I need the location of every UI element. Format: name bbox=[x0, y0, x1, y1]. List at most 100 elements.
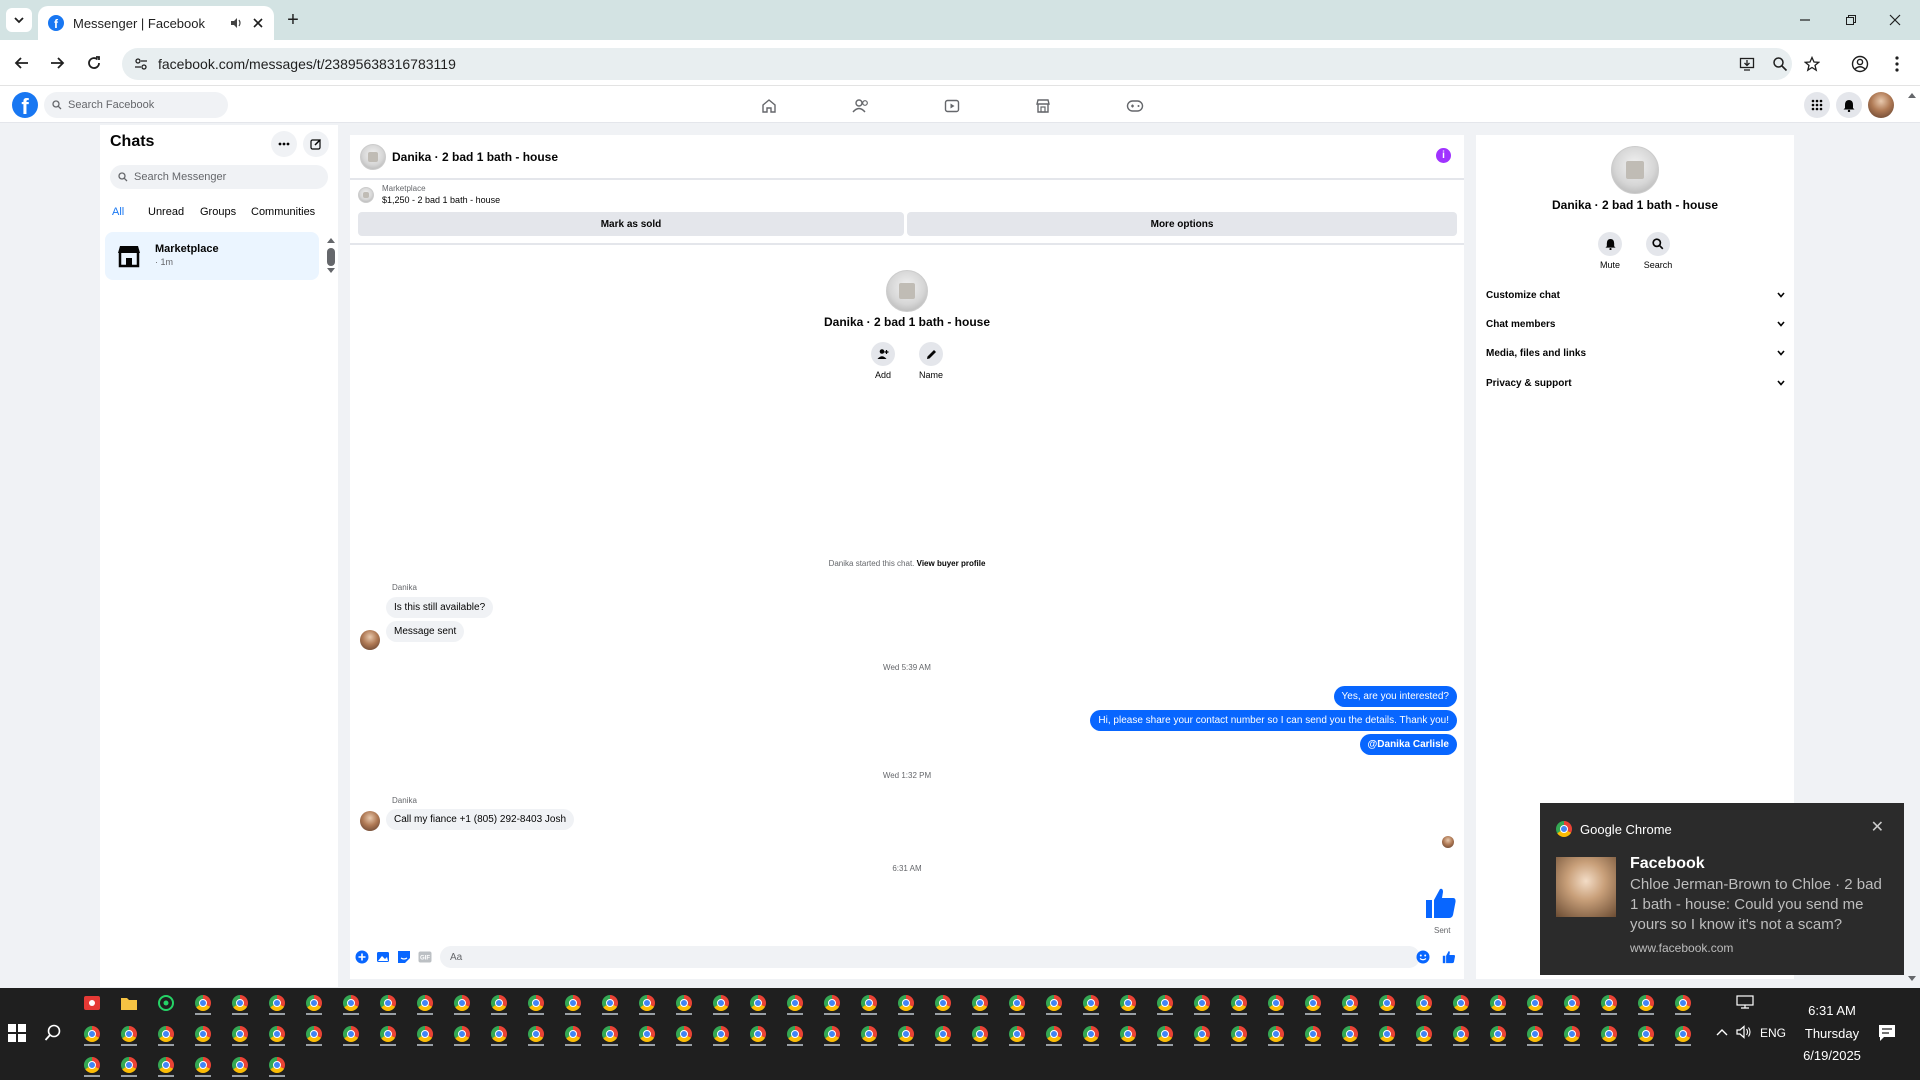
chat-options-button[interactable] bbox=[271, 131, 297, 157]
chrome-taskbar-app[interactable] bbox=[265, 1023, 289, 1046]
outgoing-message[interactable]: @Danika Carlisle bbox=[1359, 734, 1457, 755]
chrome-taskbar-app[interactable] bbox=[1338, 1023, 1362, 1046]
sent-like-icon[interactable] bbox=[1424, 886, 1458, 920]
chrome-taskbar-app[interactable] bbox=[783, 1023, 807, 1046]
mark-as-sold-button[interactable]: Mark as sold bbox=[358, 212, 904, 236]
new-message-button[interactable] bbox=[303, 131, 329, 157]
chat-list-scrollbar[interactable] bbox=[327, 248, 335, 266]
filter-communities[interactable]: Communities bbox=[251, 206, 315, 220]
mute-button[interactable]: Mute bbox=[1588, 232, 1632, 270]
chrome-taskbar-app[interactable] bbox=[1597, 1023, 1621, 1046]
sticker-button[interactable] bbox=[396, 949, 412, 965]
gif-button[interactable]: GIF bbox=[417, 949, 433, 965]
chrome-taskbar-app[interactable] bbox=[635, 1023, 659, 1046]
notifications-center-button[interactable] bbox=[1878, 1024, 1896, 1042]
speaker-icon[interactable] bbox=[229, 16, 243, 30]
chrome-taskbar-app[interactable] bbox=[1116, 992, 1140, 1015]
clock-date[interactable]: 6/19/2025 bbox=[1792, 1048, 1872, 1063]
chrome-taskbar-app[interactable] bbox=[672, 1023, 696, 1046]
privacy-support-section[interactable]: Privacy & support bbox=[1486, 374, 1786, 392]
chrome-taskbar-app[interactable] bbox=[561, 992, 585, 1015]
chrome-notification[interactable]: Google Chrome ✕ Facebook Chloe Jerman-Br… bbox=[1540, 803, 1904, 975]
edit-name-button[interactable]: Name bbox=[911, 342, 951, 380]
chrome-taskbar-app[interactable] bbox=[783, 992, 807, 1015]
chrome-taskbar-app[interactable] bbox=[524, 1023, 548, 1046]
chrome-taskbar-app[interactable] bbox=[894, 992, 918, 1015]
chrome-taskbar-app[interactable] bbox=[191, 1054, 215, 1077]
address-bar[interactable]: facebook.com/messages/t/2389563831678311… bbox=[122, 48, 1792, 80]
chrome-taskbar-app[interactable] bbox=[191, 992, 215, 1015]
chrome-taskbar-app[interactable] bbox=[265, 1054, 289, 1077]
incoming-message[interactable]: Call my fiance +1 (805) 292-8403 Josh bbox=[386, 809, 575, 830]
nav-gaming[interactable] bbox=[1118, 94, 1152, 118]
chrome-taskbar-app[interactable] bbox=[1301, 1023, 1325, 1046]
page-scroll-up[interactable] bbox=[1907, 92, 1917, 98]
screen-recorder-app[interactable] bbox=[80, 992, 104, 1014]
chrome-taskbar-app[interactable] bbox=[746, 992, 770, 1015]
chrome-taskbar-app[interactable] bbox=[598, 1023, 622, 1046]
chrome-taskbar-app[interactable] bbox=[413, 1023, 437, 1046]
info-avatar[interactable] bbox=[1611, 146, 1659, 194]
listing-thumbnail[interactable] bbox=[358, 187, 374, 203]
chrome-taskbar-app[interactable] bbox=[376, 992, 400, 1015]
tab-search-button[interactable] bbox=[6, 8, 32, 32]
emoji-button[interactable] bbox=[1415, 949, 1431, 965]
conversation-title[interactable]: Danika · 2 bad 1 bath - house bbox=[392, 150, 558, 164]
incoming-message[interactable]: Message sent bbox=[386, 621, 465, 642]
chrome-taskbar-app[interactable] bbox=[1634, 992, 1658, 1015]
messenger-search-input[interactable]: Search Messenger bbox=[110, 165, 328, 189]
profile-button[interactable] bbox=[1847, 51, 1873, 77]
chrome-taskbar-app[interactable] bbox=[894, 1023, 918, 1046]
new-tab-button[interactable]: + bbox=[282, 9, 304, 31]
chrome-taskbar-app[interactable] bbox=[1190, 1023, 1214, 1046]
chrome-taskbar-app[interactable] bbox=[228, 1054, 252, 1077]
chrome-taskbar-app[interactable] bbox=[1523, 1023, 1547, 1046]
incoming-message[interactable]: Is this still available? bbox=[386, 597, 494, 618]
facebook-search-input[interactable]: Search Facebook bbox=[44, 92, 228, 118]
forward-button[interactable] bbox=[43, 49, 71, 77]
chrome-taskbar-app[interactable] bbox=[376, 1023, 400, 1046]
send-like-button[interactable] bbox=[1441, 949, 1457, 965]
page-scroll-down[interactable] bbox=[1907, 976, 1917, 982]
chrome-taskbar-app[interactable] bbox=[1190, 992, 1214, 1015]
chrome-taskbar-app[interactable] bbox=[228, 1023, 252, 1046]
sender-avatar[interactable] bbox=[360, 811, 380, 831]
start-button[interactable] bbox=[8, 1024, 26, 1042]
chrome-taskbar-app[interactable] bbox=[265, 992, 289, 1015]
chrome-taskbar-app[interactable] bbox=[1449, 992, 1473, 1015]
chrome-taskbar-app[interactable] bbox=[1264, 1023, 1288, 1046]
browser-tab[interactable]: f Messenger | Facebook bbox=[38, 6, 274, 40]
filter-unread[interactable]: Unread bbox=[148, 206, 184, 220]
chrome-taskbar-app[interactable] bbox=[302, 1023, 326, 1046]
chrome-taskbar-app[interactable] bbox=[857, 992, 881, 1015]
outgoing-message[interactable]: Yes, are you interested? bbox=[1333, 686, 1457, 707]
outgoing-message[interactable]: Hi, please share your contact number so … bbox=[1090, 710, 1457, 731]
chrome-taskbar-app[interactable] bbox=[672, 992, 696, 1015]
chrome-taskbar-app[interactable] bbox=[1375, 992, 1399, 1015]
language-indicator[interactable]: ENG bbox=[1760, 1026, 1786, 1040]
chat-members-section[interactable]: Chat members bbox=[1486, 315, 1786, 333]
clock-day[interactable]: Thursday bbox=[1792, 1026, 1872, 1041]
filter-groups[interactable]: Groups bbox=[200, 206, 236, 220]
zoom-button[interactable] bbox=[1767, 51, 1793, 77]
chrome-taskbar-app[interactable] bbox=[154, 1023, 178, 1046]
chrome-taskbar-app[interactable] bbox=[1523, 992, 1547, 1015]
notification-close-icon[interactable]: ✕ bbox=[1871, 817, 1884, 837]
chrome-taskbar-app[interactable] bbox=[1005, 1023, 1029, 1046]
chrome-taskbar-app[interactable] bbox=[1079, 1023, 1103, 1046]
chrome-taskbar-app[interactable] bbox=[1560, 1023, 1584, 1046]
chrome-taskbar-app[interactable] bbox=[228, 992, 252, 1015]
taskbar-search-button[interactable] bbox=[44, 1024, 62, 1042]
chrome-taskbar-app[interactable] bbox=[1042, 1023, 1066, 1046]
scroll-up-arrow[interactable] bbox=[326, 237, 336, 243]
chrome-taskbar-app[interactable] bbox=[1005, 992, 1029, 1015]
notifications-button[interactable] bbox=[1836, 92, 1862, 118]
chrome-taskbar-app[interactable] bbox=[154, 1054, 178, 1077]
chrome-taskbar-app[interactable] bbox=[635, 992, 659, 1015]
nav-friends[interactable] bbox=[844, 94, 878, 118]
chrome-taskbar-app[interactable] bbox=[1412, 1023, 1436, 1046]
install-app-button[interactable] bbox=[1734, 51, 1760, 77]
chrome-taskbar-app[interactable] bbox=[968, 1023, 992, 1046]
scroll-down-arrow[interactable] bbox=[326, 268, 336, 274]
search-in-conversation-button[interactable]: Search bbox=[1636, 232, 1680, 270]
